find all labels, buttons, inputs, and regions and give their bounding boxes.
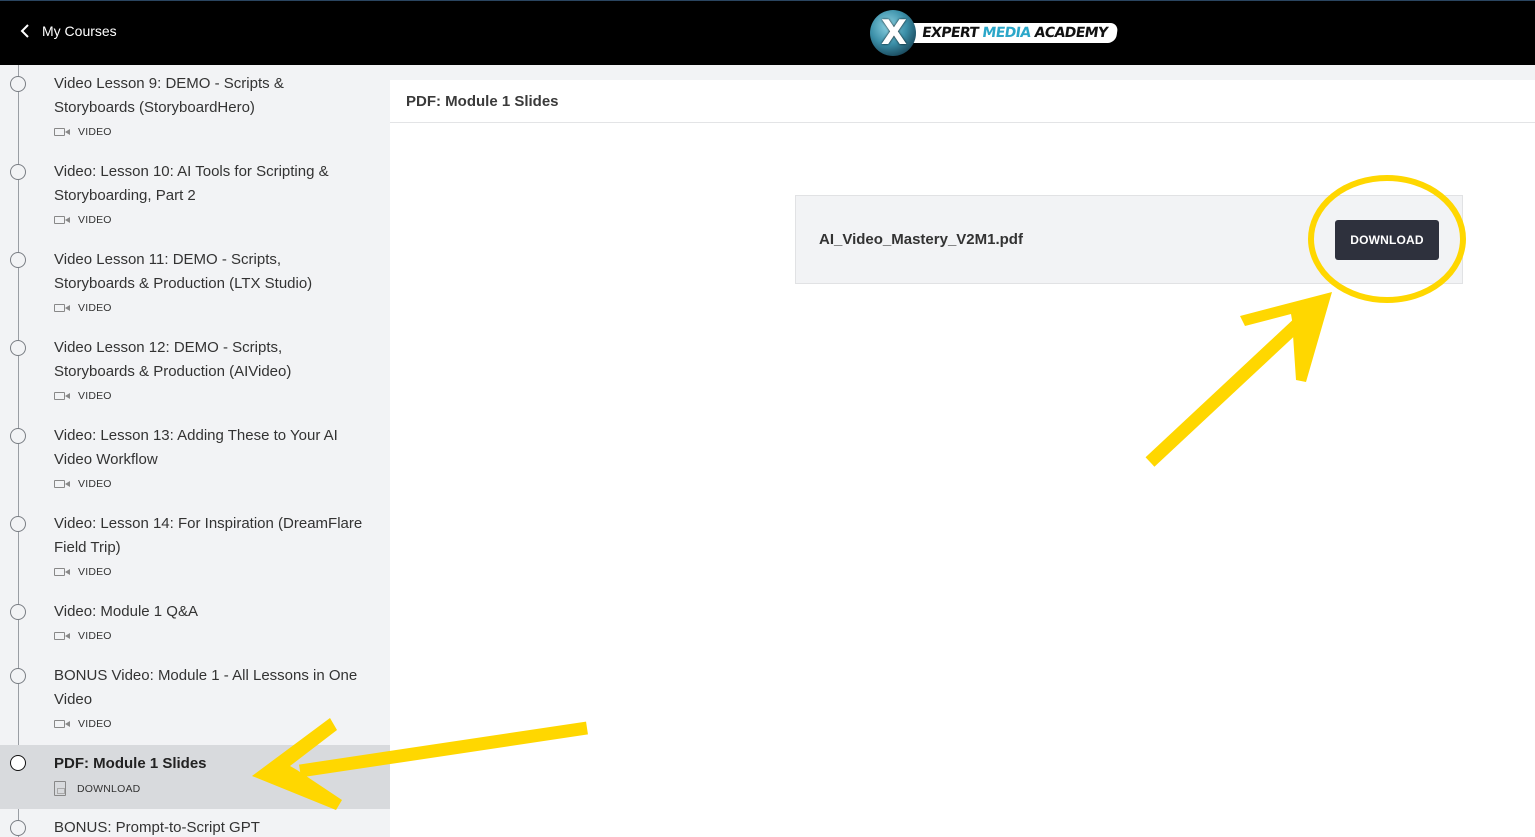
lesson-type: VIDEO: [78, 478, 112, 490]
download-button[interactable]: DOWNLOAD: [1335, 220, 1439, 260]
academy-logo: X EXPERT MEDIA ACADEMY: [870, 10, 1119, 56]
logo-mark-icon: X: [870, 10, 916, 56]
logo-wordmark: EXPERT MEDIA ACADEMY: [906, 23, 1119, 43]
back-to-courses-link[interactable]: My Courses: [20, 23, 117, 39]
lesson-title: Video: Lesson 13: Adding These to Your A…: [54, 427, 338, 468]
incomplete-circle-icon: [10, 252, 26, 268]
lesson-title: PDF: Module 1 Slides: [54, 755, 207, 772]
sidebar-item-module-qa[interactable]: Video: Module 1 Q&A VIDEO: [0, 593, 390, 657]
lesson-content: PDF: Module 1 Slides AI_Video_Mastery_V2…: [390, 80, 1535, 837]
sidebar-item-lesson-11[interactable]: Video Lesson 11: DEMO - Scripts, Storybo…: [0, 241, 390, 329]
lesson-title: BONUS Video: Module 1 - All Lessons in O…: [54, 667, 358, 708]
video-icon: [54, 631, 71, 641]
video-icon: [54, 215, 71, 225]
lesson-type: VIDEO: [78, 214, 112, 226]
back-label: My Courses: [42, 23, 117, 39]
lesson-title: Video Lesson 11: DEMO - Scripts, Storybo…: [54, 251, 313, 292]
lesson-title: BONUS: Prompt-to-Script GPT: [54, 819, 260, 836]
file-name: AI_Video_Mastery_V2M1.pdf: [819, 231, 1023, 248]
sidebar-item-pdf-slides[interactable]: PDF: Module 1 Slides DOWNLOAD: [0, 745, 390, 809]
sidebar-item-lesson-9[interactable]: Video Lesson 9: DEMO - Scripts & Storybo…: [0, 65, 390, 153]
incomplete-circle-icon: [10, 820, 26, 836]
lesson-title: Video: Module 1 Q&A: [54, 603, 198, 620]
incomplete-circle-icon: [10, 604, 26, 620]
incomplete-circle-icon: [10, 76, 26, 92]
incomplete-circle-icon: [10, 668, 26, 684]
course-sidebar[interactable]: Video Lesson 9: DEMO - Scripts & Storybo…: [0, 65, 390, 837]
lesson-type: VIDEO: [78, 390, 112, 402]
top-bar: My Courses X EXPERT MEDIA ACADEMY: [0, 0, 1535, 65]
sidebar-item-lesson-14[interactable]: Video: Lesson 14: For Inspiration (Dream…: [0, 505, 390, 593]
current-circle-icon: [10, 755, 26, 771]
incomplete-circle-icon: [10, 428, 26, 444]
sidebar-item-lesson-10[interactable]: Video: Lesson 10: AI Tools for Scripting…: [0, 153, 390, 241]
sidebar-item-lesson-12[interactable]: Video Lesson 12: DEMO - Scripts, Storybo…: [0, 329, 390, 417]
video-icon: [54, 567, 71, 577]
incomplete-circle-icon: [10, 340, 26, 356]
video-icon: [54, 479, 71, 489]
video-icon: [54, 303, 71, 313]
video-icon: [54, 719, 71, 729]
lesson-title: Video: Lesson 10: AI Tools for Scripting…: [54, 163, 329, 204]
video-icon: [54, 391, 71, 401]
lesson-type: VIDEO: [78, 630, 112, 642]
lesson-title: Video Lesson 9: DEMO - Scripts & Storybo…: [54, 75, 284, 116]
lesson-type: VIDEO: [78, 566, 112, 578]
lesson-type: VIDEO: [78, 126, 112, 138]
pdf-icon: [54, 781, 66, 796]
sidebar-item-lesson-13[interactable]: Video: Lesson 13: Adding These to Your A…: [0, 417, 390, 505]
sidebar-item-bonus-gpt[interactable]: BONUS: Prompt-to-Script GPT: [0, 809, 390, 837]
page-title: PDF: Module 1 Slides: [390, 80, 1535, 123]
video-icon: [54, 127, 71, 137]
sidebar-item-bonus-video[interactable]: BONUS Video: Module 1 - All Lessons in O…: [0, 657, 390, 745]
lesson-title: Video: Lesson 14: For Inspiration (Dream…: [54, 515, 363, 556]
lesson-type: VIDEO: [78, 718, 112, 730]
incomplete-circle-icon: [10, 516, 26, 532]
chevron-left-icon: [20, 24, 29, 38]
lesson-title: Video Lesson 12: DEMO - Scripts, Storybo…: [54, 339, 292, 380]
file-download-card: AI_Video_Mastery_V2M1.pdf DOWNLOAD: [795, 195, 1463, 284]
incomplete-circle-icon: [10, 164, 26, 180]
lesson-type: DOWNLOAD: [77, 782, 141, 795]
lesson-type: VIDEO: [78, 302, 112, 314]
